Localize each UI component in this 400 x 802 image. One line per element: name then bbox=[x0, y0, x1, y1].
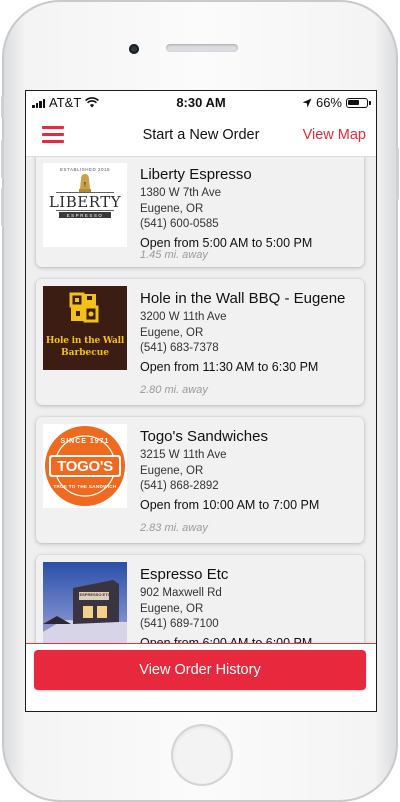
location-list[interactable]: ESTABLISHED 2015 LIBERTY ESPRESSO Libert… bbox=[26, 157, 376, 643]
location-hours: Open from 11:30 AM to 6:30 PM bbox=[140, 359, 319, 374]
location-city: Eugene, OR bbox=[140, 602, 204, 615]
location-address: 1380 W 7th Ave bbox=[140, 187, 221, 199]
location-name: Espresso Etc bbox=[140, 566, 229, 583]
location-address: 3215 W 11th Ave bbox=[140, 449, 227, 461]
location-distance: 2.83 mi. away bbox=[140, 522, 208, 534]
front-camera bbox=[129, 44, 139, 54]
location-info: Liberty Espresso 1380 W 7th Ave Eugene, … bbox=[140, 165, 358, 252]
battery-icon bbox=[346, 97, 371, 108]
status-right: 66% bbox=[302, 95, 371, 110]
location-hours: Open from 6:00 AM to 6:00 PM bbox=[140, 635, 313, 644]
location-city: Eugene, OR bbox=[140, 464, 204, 477]
location-distance: 2.80 mi. away bbox=[140, 384, 208, 396]
mute-switch bbox=[1, 96, 4, 118]
liberty-logo-bottom-text: ESPRESSO bbox=[66, 212, 104, 218]
volume-up-button bbox=[1, 140, 4, 178]
location-phone[interactable]: (541) 868-2892 bbox=[140, 479, 358, 495]
footer-bar: View Order History bbox=[26, 643, 376, 711]
liberty-espresso-logo: ESTABLISHED 2015 LIBERTY ESPRESSO bbox=[43, 163, 127, 247]
battery-percent: 66% bbox=[315, 95, 342, 110]
location-card-hole-in-the-wall-bbq[interactable]: Hole in the Wall Barbecue Hole in the Wa… bbox=[36, 279, 364, 405]
espresso-etc-sign: ESPRESSO ETC bbox=[79, 592, 111, 597]
togos-logo: SINCE 1971 TOGO'S TRUE TO THE SANDWICH bbox=[43, 424, 127, 508]
app-screen: AT&T 8:30 AM 66% Start a New Order View … bbox=[26, 91, 376, 711]
location-info: Hole in the Wall BBQ - Eugene 3200 W 11t… bbox=[140, 289, 358, 376]
location-card-espresso-etc[interactable]: ESPRESSO ETC Espresso Etc 902 Maxwell Rd… bbox=[36, 555, 364, 643]
home-button[interactable] bbox=[173, 726, 231, 784]
location-address: 902 Maxwell Rd bbox=[140, 587, 222, 599]
togos-logo-bottom-text: TRUE TO THE SANDWICH bbox=[53, 484, 117, 489]
battery-fill bbox=[348, 99, 359, 105]
view-order-history-button[interactable]: View Order History bbox=[34, 650, 366, 690]
location-arrow-icon bbox=[302, 98, 312, 107]
status-bar: AT&T 8:30 AM 66% bbox=[26, 91, 376, 113]
location-card-liberty-espresso[interactable]: ESTABLISHED 2015 LIBERTY ESPRESSO Libert… bbox=[36, 157, 364, 267]
nav-bar: Start a New Order View Map bbox=[26, 113, 376, 157]
togos-logo-main-text: TOGO'S bbox=[57, 458, 113, 475]
hole-in-the-wall-bbq-logo: Hole in the Wall Barbecue bbox=[43, 286, 127, 370]
volume-down-button bbox=[1, 188, 4, 226]
hamburger-menu-icon[interactable] bbox=[42, 126, 64, 144]
location-phone[interactable]: (541) 689-7100 bbox=[140, 617, 358, 633]
location-card-togos-sandwiches[interactable]: SINCE 1971 TOGO'S TRUE TO THE SANDWICH T… bbox=[36, 417, 364, 543]
togos-logo-top-text: SINCE 1971 bbox=[60, 438, 110, 445]
location-name: Togo's Sandwiches bbox=[140, 428, 268, 445]
bbq-logo-line2: Barbecue bbox=[61, 348, 109, 358]
location-name: Hole in the Wall BBQ - Eugene bbox=[140, 290, 346, 307]
location-distance: 1.45 mi. away bbox=[140, 249, 208, 261]
location-address: 3200 W 11th Ave bbox=[140, 311, 227, 323]
espresso-etc-photo: ESPRESSO ETC bbox=[43, 562, 127, 643]
location-info: Togo's Sandwiches 3215 W 11th Ave Eugene… bbox=[140, 427, 358, 514]
power-button bbox=[396, 148, 399, 200]
location-info: Espresso Etc 902 Maxwell Rd Eugene, OR (… bbox=[140, 565, 358, 643]
location-phone[interactable]: (541) 600-0585 bbox=[140, 217, 358, 233]
liberty-logo-main-text: LIBERTY bbox=[48, 193, 122, 211]
location-name: Liberty Espresso bbox=[140, 166, 252, 183]
view-map-button[interactable]: View Map bbox=[303, 127, 366, 143]
earpiece-speaker bbox=[166, 44, 238, 52]
location-city: Eugene, OR bbox=[140, 202, 204, 215]
location-city: Eugene, OR bbox=[140, 326, 204, 339]
liberty-logo-top-text: ESTABLISHED 2015 bbox=[60, 167, 110, 172]
location-hours: Open from 10:00 AM to 7:00 PM bbox=[140, 497, 320, 512]
location-phone[interactable]: (541) 683-7378 bbox=[140, 341, 358, 357]
bbq-logo-line1: Hole in the Wall bbox=[45, 336, 125, 346]
